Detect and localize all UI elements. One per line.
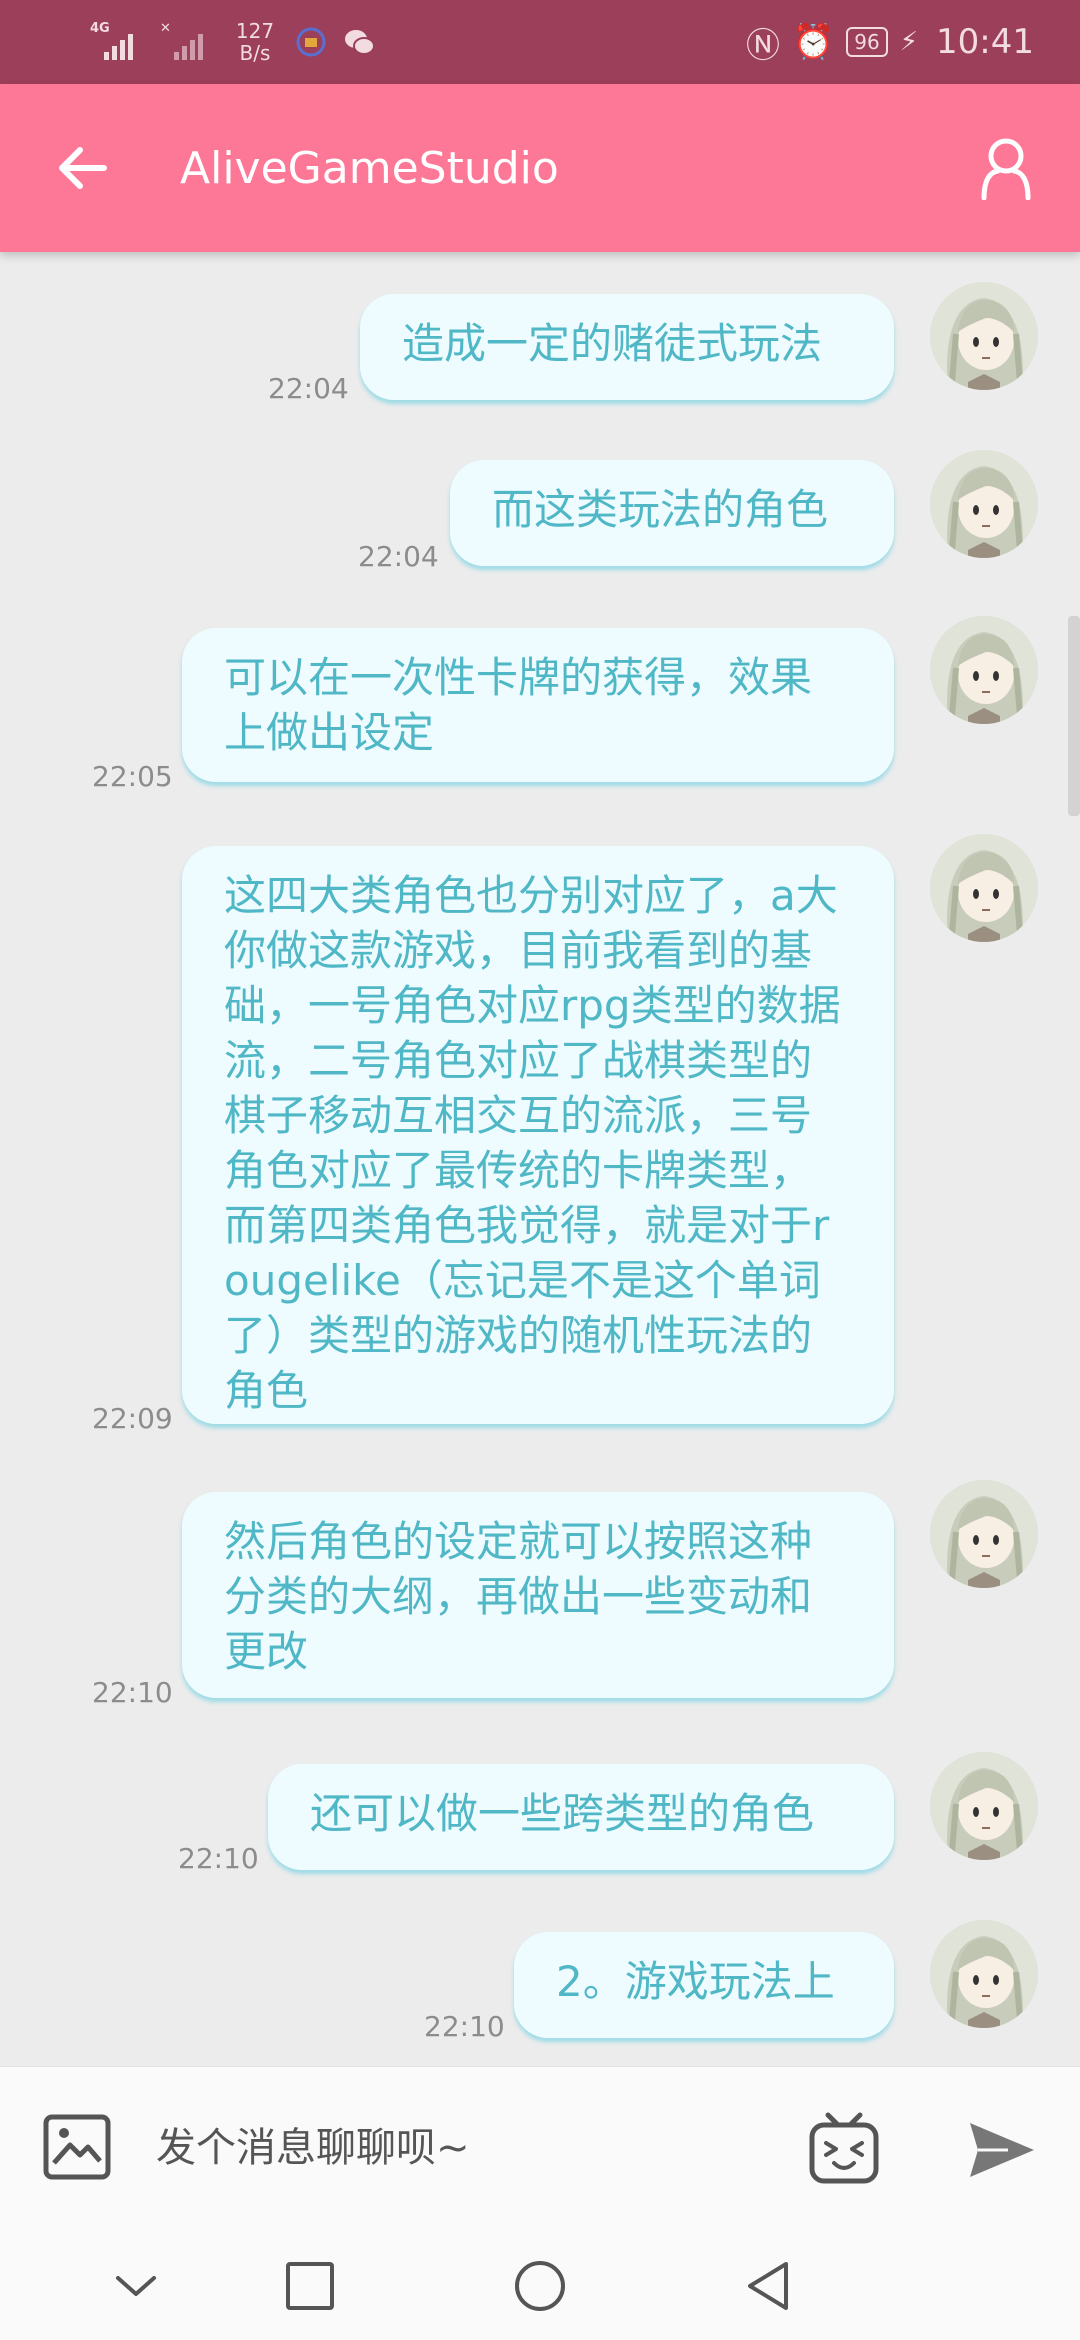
message-bubble[interactable]: 然后角色的设定就可以按照这种分类的大纲，再做出一些变动和更改: [182, 1492, 894, 1698]
image-picker-icon[interactable]: [42, 2113, 112, 2181]
home-icon[interactable]: [512, 2258, 568, 2314]
message-time: 22:04: [358, 540, 439, 573]
message-bubble[interactable]: 还可以做一些跨类型的角色: [268, 1764, 894, 1870]
avatar[interactable]: [930, 1480, 1038, 1588]
message-bubble[interactable]: 可以在一次性卡牌的获得，效果上做出设定: [182, 628, 894, 782]
status-time: 10:41: [936, 22, 1034, 62]
back-arrow-icon[interactable]: [52, 138, 112, 198]
emoji-sticker-icon[interactable]: [808, 2109, 880, 2185]
app-notification-icon: [296, 27, 326, 57]
system-navigation-bar: [0, 2226, 1080, 2340]
avatar[interactable]: [930, 616, 1038, 724]
status-right: Ⓝ ⏰ 96 ⚡ 10:41: [746, 16, 1034, 68]
status-bar: 4G ✕ 127 B/s Ⓝ ⏰ 96 ⚡ 10:41: [0, 0, 1080, 84]
message-time: 22:10: [178, 1842, 259, 1875]
nfc-icon: Ⓝ: [745, 25, 780, 66]
cell-signal-2-icon: ✕: [160, 22, 216, 62]
network-speed: 127 B/s: [235, 19, 275, 65]
recent-apps-icon[interactable]: [282, 2258, 338, 2314]
page-title: AliveGameStudio: [180, 143, 559, 194]
status-left: 4G ✕ 127 B/s: [90, 14, 376, 70]
message-bubble[interactable]: 这四大类角色也分别对应了，a大你做这款游戏，目前我看到的基础，一号角色对应rpg…: [182, 846, 894, 1424]
message-time: 22:04: [268, 372, 349, 405]
app-bar: AliveGameStudio: [0, 84, 1080, 252]
charging-icon: ⚡: [899, 27, 919, 57]
message-composer: [0, 2066, 1080, 2227]
chat-messages[interactable]: 造成一定的赌徒式玩法 22:04 而这类玩法的角色 22:04 可以在一次性卡牌…: [0, 252, 1080, 2066]
battery-icon: 96: [846, 27, 888, 57]
send-icon[interactable]: [968, 2121, 1036, 2179]
wechat-icon: [345, 30, 375, 55]
cell-signal-icon: 4G: [90, 22, 146, 62]
avatar[interactable]: [930, 834, 1038, 942]
scrollbar[interactable]: [1068, 616, 1080, 816]
back-nav-icon[interactable]: [740, 2258, 796, 2314]
avatar[interactable]: [930, 282, 1038, 390]
message-bubble[interactable]: 而这类玩法的角色: [450, 460, 894, 566]
message-time: 22:10: [92, 1676, 173, 1709]
avatar[interactable]: [930, 1920, 1038, 2028]
message-bubble[interactable]: 2。游戏玩法上: [514, 1932, 894, 2038]
collapse-chevron-icon[interactable]: [108, 2258, 164, 2314]
user-profile-icon[interactable]: [976, 136, 1036, 200]
message-time: 22:05: [92, 760, 173, 793]
message-input[interactable]: [154, 2107, 758, 2189]
avatar[interactable]: [930, 1752, 1038, 1860]
alarm-icon: ⏰: [791, 22, 835, 62]
message-time: 22:10: [424, 2010, 505, 2043]
message-bubble[interactable]: 造成一定的赌徒式玩法: [360, 294, 894, 400]
message-time: 22:09: [92, 1402, 173, 1435]
avatar[interactable]: [930, 450, 1038, 558]
